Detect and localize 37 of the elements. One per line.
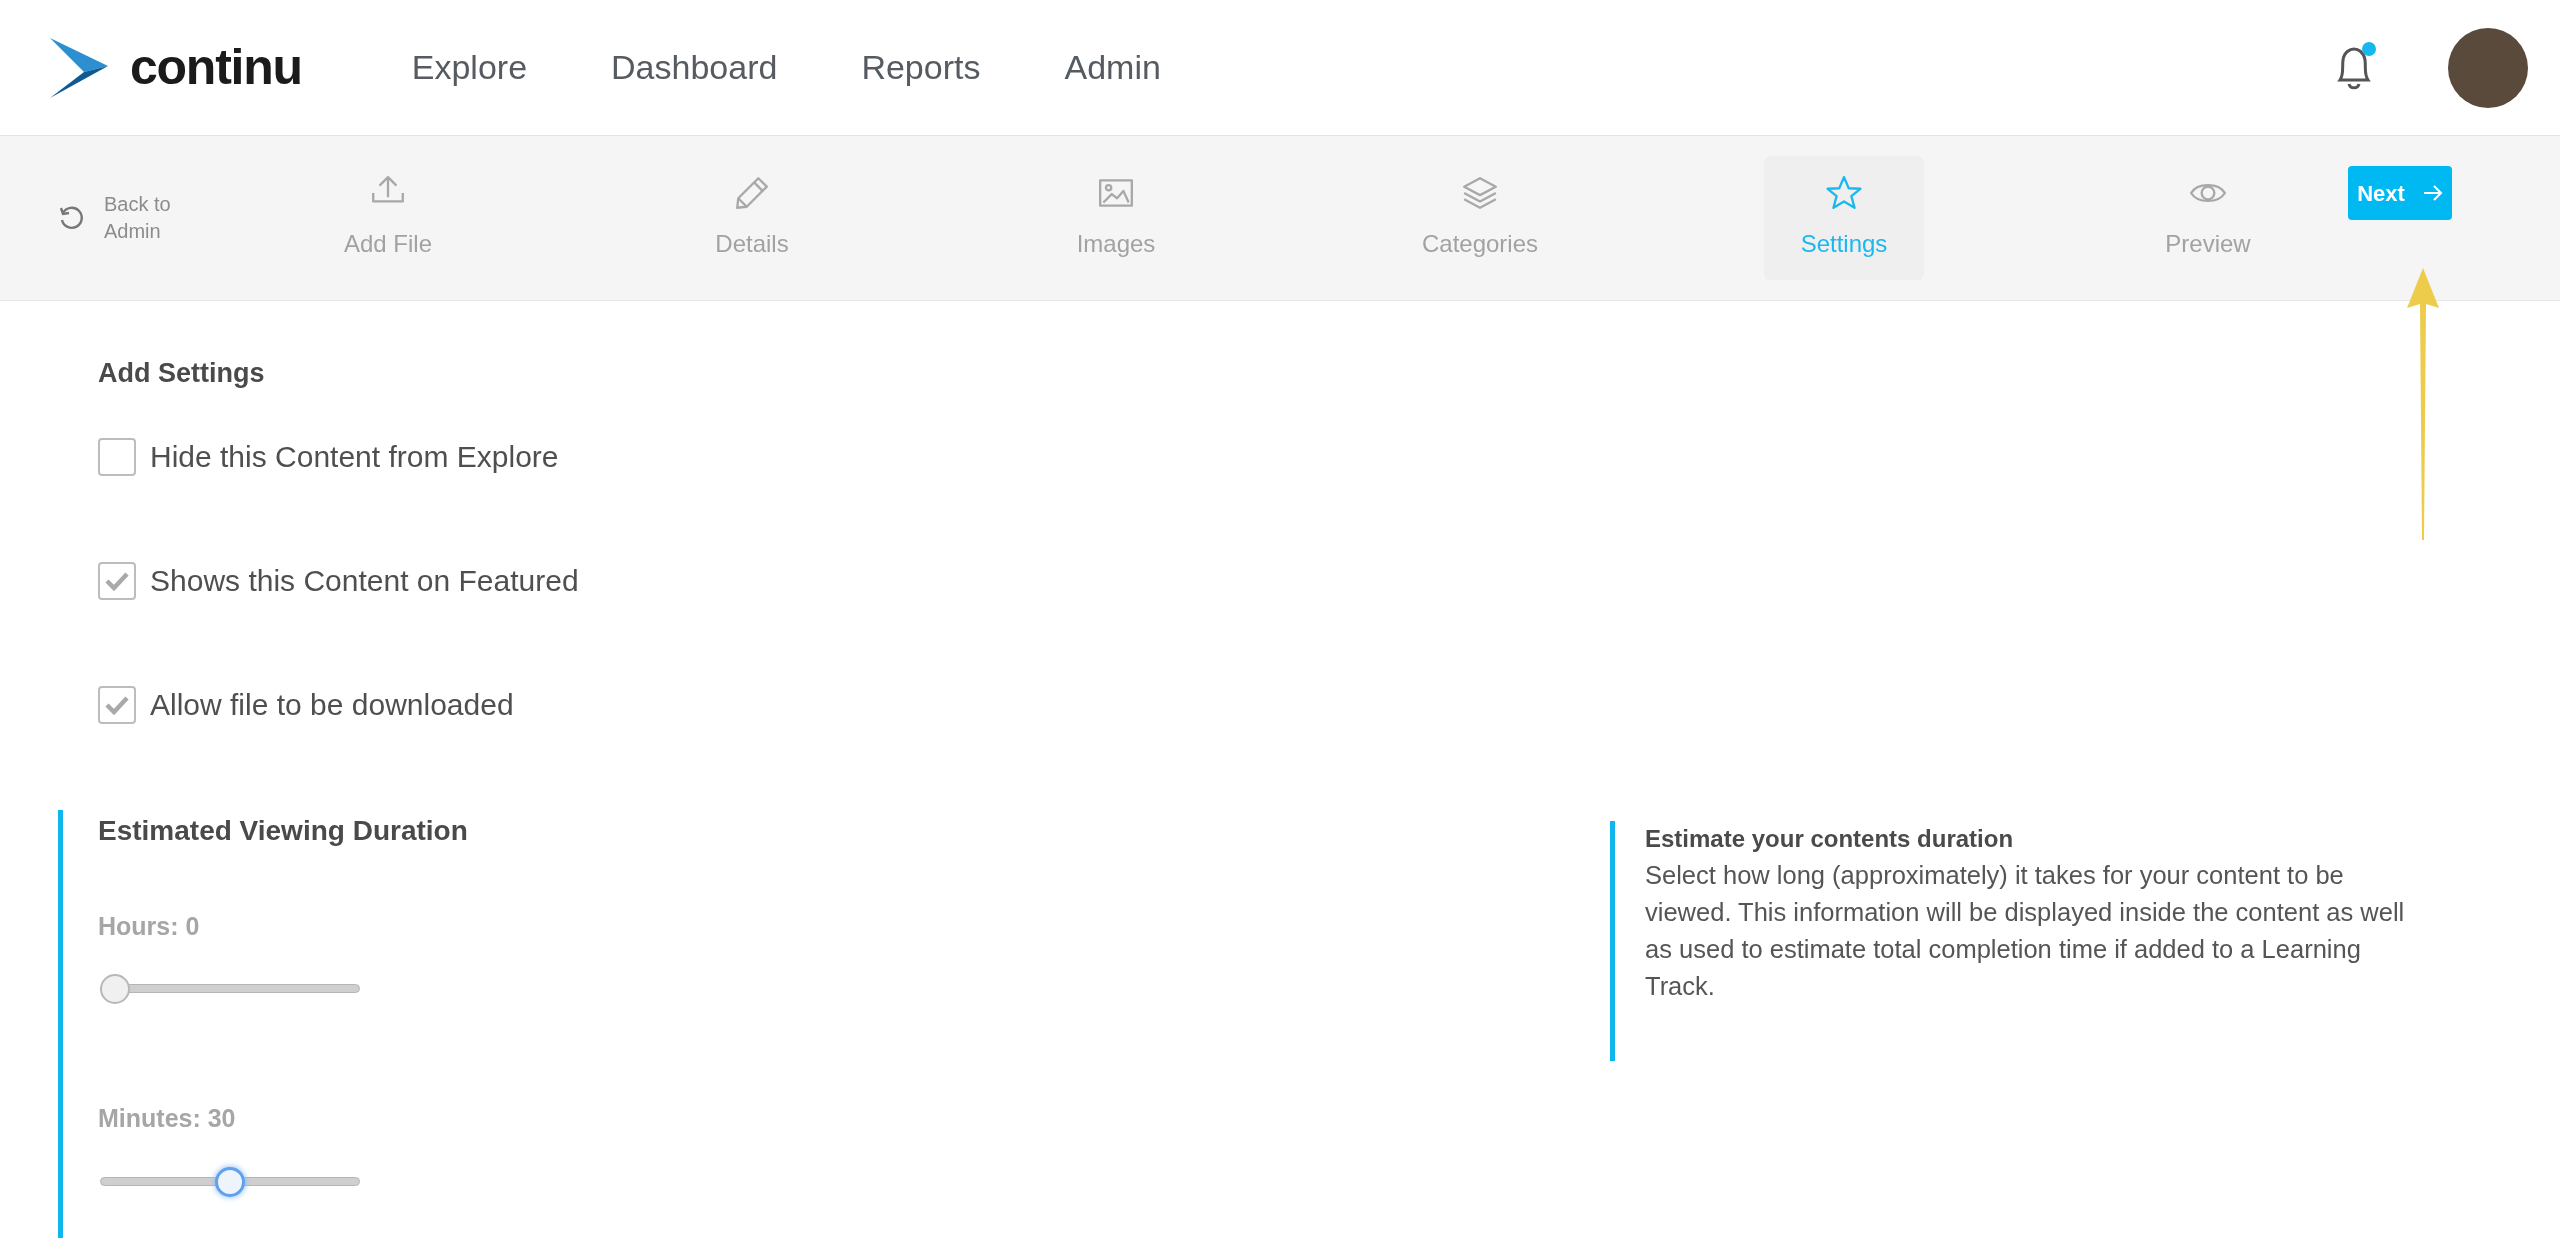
slider-thumb[interactable] bbox=[100, 974, 130, 1004]
back-to-admin-link[interactable]: Back to Admin bbox=[58, 191, 308, 245]
checkbox-label: Hide this Content from Explore bbox=[150, 439, 559, 475]
next-button[interactable]: Next bbox=[2348, 166, 2452, 220]
slider-label: Minutes: 30 bbox=[98, 1103, 237, 1134]
slider-thumb[interactable] bbox=[215, 1166, 245, 1197]
nav-link[interactable]: Admin bbox=[1064, 42, 1161, 93]
checkbox[interactable] bbox=[98, 685, 136, 724]
nav-link[interactable]: Reports bbox=[861, 42, 981, 93]
undo-icon bbox=[58, 205, 84, 231]
step-tab[interactable]: Settings bbox=[1764, 156, 1924, 280]
slider[interactable] bbox=[100, 973, 360, 1005]
step-tab[interactable]: Categories bbox=[1400, 156, 1560, 280]
section-title: Add Settings bbox=[98, 357, 266, 390]
info-text: Select how long (approximately) it takes for your content to be viewed. This information will be displayed inside the content as well as used to estimate total completion time if added to a Learning Track. bbox=[1645, 860, 2405, 1002]
nav-link[interactable]: Explore bbox=[411, 42, 528, 93]
step-tab[interactable]: Preview bbox=[2128, 156, 2288, 280]
checkbox[interactable] bbox=[98, 561, 136, 600]
nav-link[interactable]: Dashboard bbox=[611, 42, 778, 93]
layers-icon bbox=[1461, 174, 1499, 212]
logo-icon bbox=[50, 37, 108, 98]
checkmark-icon bbox=[105, 694, 129, 715]
logo-text: continu bbox=[130, 38, 302, 97]
arrow-right-icon bbox=[2422, 184, 2443, 202]
step-tab[interactable]: Details bbox=[672, 156, 832, 280]
step-tab[interactable]: Images bbox=[1036, 156, 1196, 280]
checkmark-icon bbox=[105, 570, 129, 591]
slider[interactable] bbox=[100, 1165, 360, 1198]
info-title: Estimate your contents duration bbox=[1645, 824, 2015, 854]
checkbox-label: Allow file to be downloaded bbox=[150, 687, 514, 723]
pencil-icon bbox=[733, 174, 771, 212]
star-icon bbox=[1825, 174, 1863, 212]
checkbox-label: Shows this Content on Featured bbox=[150, 563, 579, 599]
step-tab[interactable]: Add File bbox=[308, 156, 468, 280]
section-title: Estimated Viewing Duration bbox=[98, 813, 469, 848]
checkbox[interactable] bbox=[98, 437, 136, 476]
slider-label: Hours: 0 bbox=[98, 910, 201, 942]
